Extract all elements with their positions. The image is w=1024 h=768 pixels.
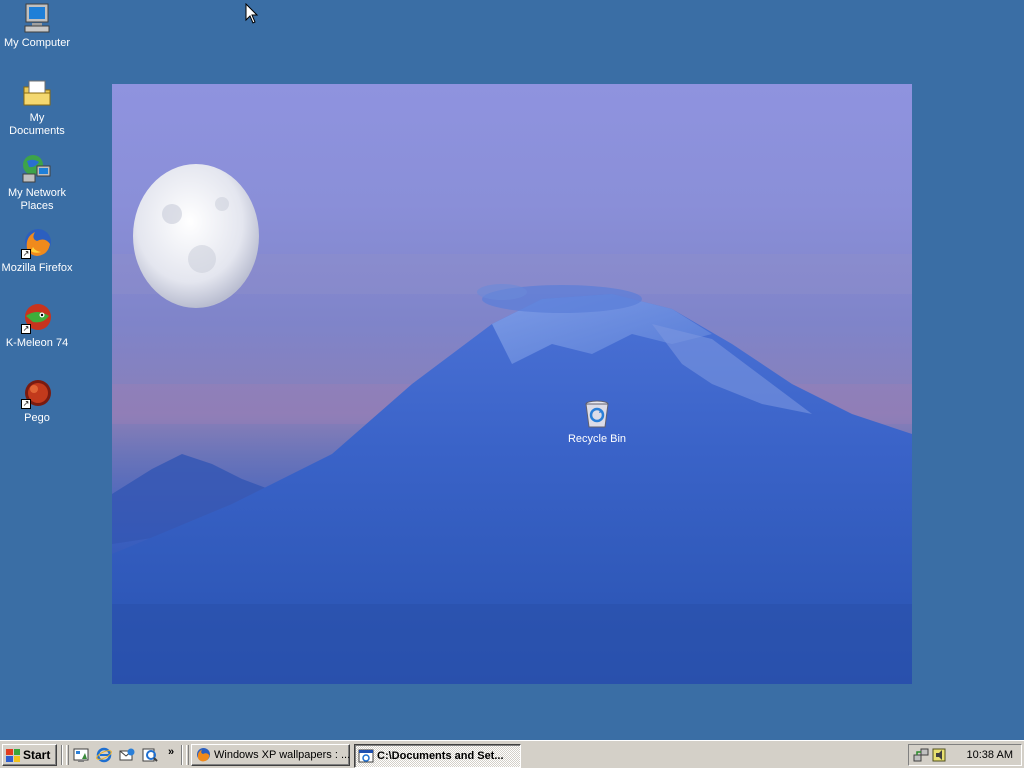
desktop-icon-recycle-bin[interactable]: Recycle Bin <box>560 398 634 446</box>
search-icon[interactable] <box>142 747 158 763</box>
desktop-icon-label: Pego <box>24 412 50 424</box>
task-button-label: C:\Documents and Set... <box>377 750 504 762</box>
internet-explorer-icon[interactable] <box>96 747 112 763</box>
shortcut-arrow-icon: ↗ <box>21 324 31 334</box>
show-desktop-icon[interactable] <box>73 747 89 763</box>
desktop-icon-label: My Documents <box>9 112 65 137</box>
system-tray: 10:38 AM <box>908 744 1022 766</box>
my-documents-icon <box>21 77 53 109</box>
shortcut-arrow-icon: ↗ <box>21 249 31 259</box>
k-meleon-icon: ↗ <box>21 302 53 334</box>
network-places-icon <box>21 152 53 184</box>
quick-launch-chevron[interactable]: » <box>168 746 174 758</box>
desktop-icon-label: K-Meleon 74 <box>5 337 69 349</box>
recycle-bin-icon <box>581 398 613 430</box>
desktop-icon-pego[interactable]: ↗ Pego <box>0 377 74 425</box>
firefox-icon: ↗ <box>21 227 53 259</box>
desktop-icon-label: My Computer <box>3 37 71 49</box>
taskbar: Start » Windows XP wallpapers : ... C:\D… <box>0 740 1024 768</box>
wallpaper-mountain-moon <box>112 84 912 684</box>
taskbar-separator <box>181 745 183 765</box>
desktop-icon-label: My Network Places <box>7 187 67 212</box>
explorer-window-icon <box>358 749 374 763</box>
task-button-firefox[interactable]: Windows XP wallpapers : ... <box>191 744 350 766</box>
task-button-explorer[interactable]: C:\Documents and Set... <box>354 744 521 768</box>
task-button-label: Windows XP wallpapers : ... <box>214 749 350 761</box>
moon-shape <box>133 164 259 308</box>
desktop-icon-my-documents[interactable]: My Documents <box>0 77 74 138</box>
start-label: Start <box>23 748 51 762</box>
pego-icon: ↗ <box>21 377 53 409</box>
desktop-icon-my-computer[interactable]: My Computer <box>0 2 74 50</box>
desktop-icon-my-network-places[interactable]: My Network Places <box>0 152 74 213</box>
desktop-icon-label: Mozilla Firefox <box>1 262 73 274</box>
quick-launch-grip[interactable] <box>66 745 69 765</box>
desktop-icon-k-meleon[interactable]: ↗ K-Meleon 74 <box>0 302 74 350</box>
volume-tray-icon[interactable] <box>931 747 947 763</box>
desktop-icon-mozilla-firefox[interactable]: ↗ Mozilla Firefox <box>0 227 74 275</box>
desktop[interactable]: My Computer My Documents My Network Plac… <box>0 0 1024 740</box>
outlook-express-icon[interactable] <box>119 747 135 763</box>
shortcut-arrow-icon: ↗ <box>21 399 31 409</box>
network-tray-icon[interactable] <box>913 747 929 763</box>
my-computer-icon <box>21 2 53 34</box>
windows-logo-icon <box>6 748 20 762</box>
firefox-icon <box>197 748 210 762</box>
desktop-icon-label: Recycle Bin <box>567 433 627 445</box>
wallpaper-art <box>112 164 912 684</box>
start-button[interactable]: Start <box>2 744 57 766</box>
mouse-cursor-icon <box>245 3 259 24</box>
clock[interactable]: 10:38 AM <box>967 749 1013 761</box>
taskbar-grip[interactable] <box>186 745 189 765</box>
taskbar-separator <box>61 745 63 765</box>
